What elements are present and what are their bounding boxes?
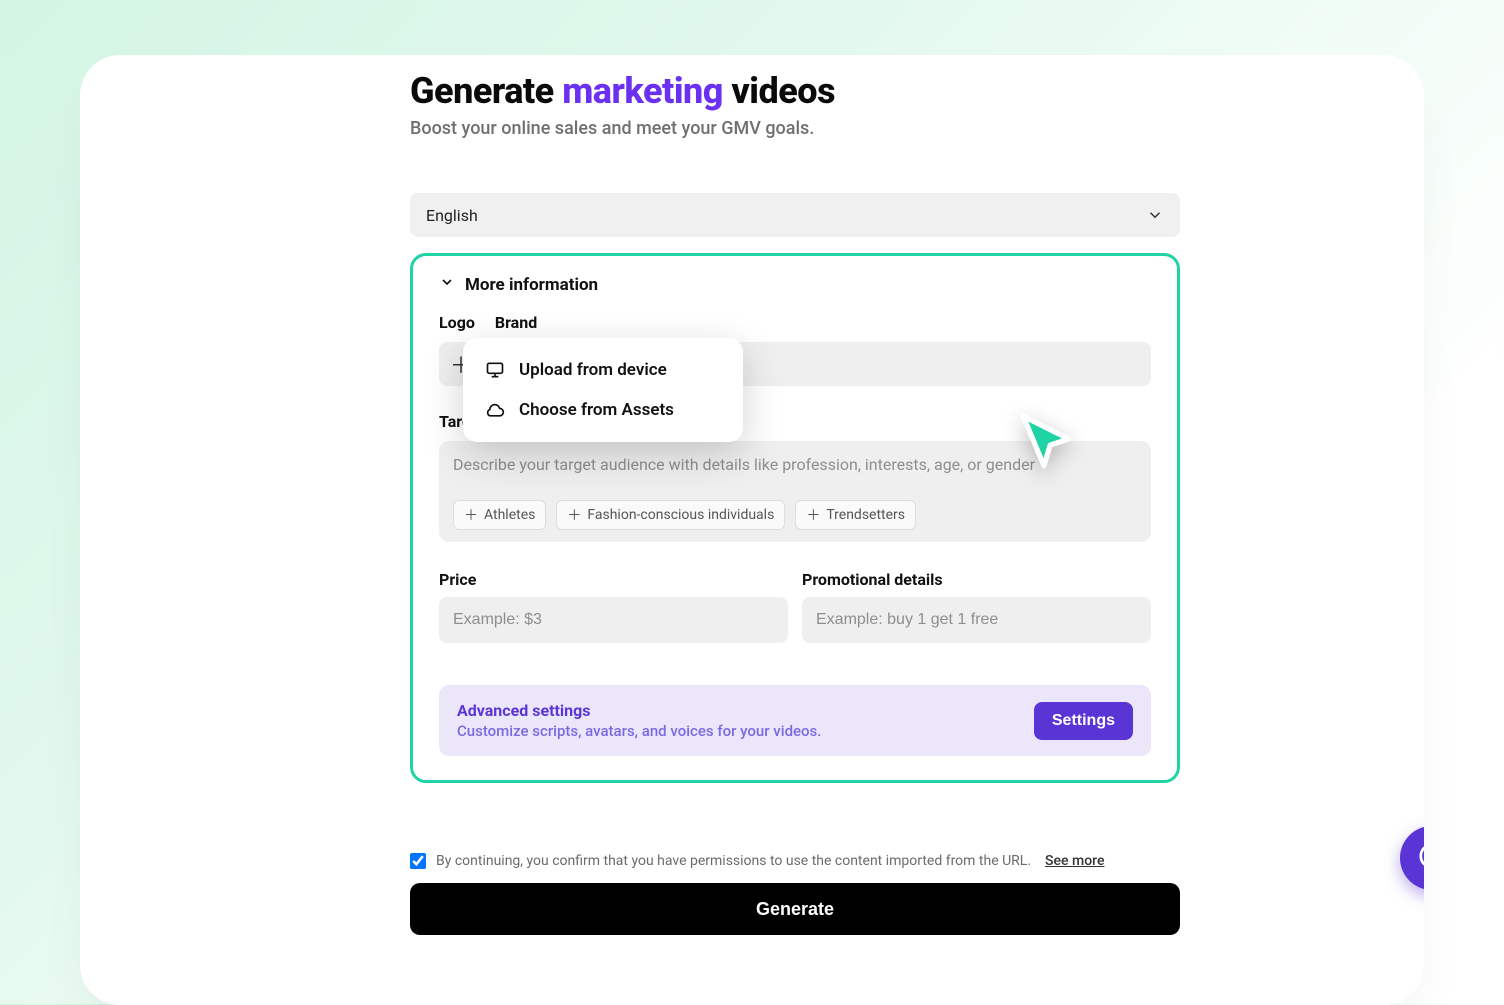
advanced-settings-banner: Advanced settings Customize scripts, ava… (439, 685, 1151, 756)
cloud-icon (485, 400, 505, 420)
price-input[interactable] (439, 597, 788, 643)
advanced-subtitle: Customize scripts, avatars, and voices f… (457, 722, 821, 740)
plus-icon: ＋ (464, 505, 478, 525)
plus-icon: ＋ (806, 505, 820, 525)
page-title: Generate marketing videos (410, 70, 1180, 112)
brand-label: Brand (495, 313, 537, 332)
cursor-pointer-icon (1015, 410, 1077, 476)
chevron-down-icon (439, 274, 455, 295)
choose-from-assets[interactable]: Choose from Assets (463, 390, 743, 430)
more-info-panel: More information Logo Brand ＋ (410, 253, 1180, 783)
consent-row: By continuing, you confirm that you have… (410, 853, 1180, 869)
audience-chip-athletes[interactable]: ＋Athletes (453, 500, 546, 530)
consent-text: By continuing, you confirm that you have… (436, 853, 1031, 869)
audience-chip-trendsetters[interactable]: ＋Trendsetters (795, 500, 916, 530)
plus-icon: ＋ (567, 505, 581, 525)
language-select[interactable]: English (410, 193, 1180, 237)
price-label: Price (439, 570, 788, 589)
page-subtitle: Boost your online sales and meet your GM… (410, 118, 1180, 139)
generate-button[interactable]: Generate (410, 883, 1180, 935)
help-icon (1417, 841, 1424, 875)
consent-checkbox[interactable] (410, 853, 426, 869)
more-info-toggle[interactable]: More information (439, 274, 1151, 295)
promo-label: Promotional details (802, 570, 1151, 589)
see-more-link[interactable]: See more (1045, 853, 1104, 869)
upload-from-device[interactable]: Upload from device (463, 350, 743, 390)
logo-label: Logo (439, 313, 475, 332)
chevron-down-icon (1146, 206, 1164, 224)
app-card: Generate marketing videos Boost your onl… (80, 55, 1424, 1005)
audience-chip-fashion[interactable]: ＋Fashion-conscious individuals (556, 500, 785, 530)
advanced-title: Advanced settings (457, 701, 821, 720)
logo-upload-menu: Upload from device Choose from Assets (463, 338, 743, 442)
settings-button[interactable]: Settings (1034, 702, 1133, 740)
monitor-icon (485, 360, 505, 380)
promo-input[interactable] (802, 597, 1151, 643)
help-button[interactable] (1400, 826, 1424, 890)
language-selected: English (426, 206, 478, 225)
